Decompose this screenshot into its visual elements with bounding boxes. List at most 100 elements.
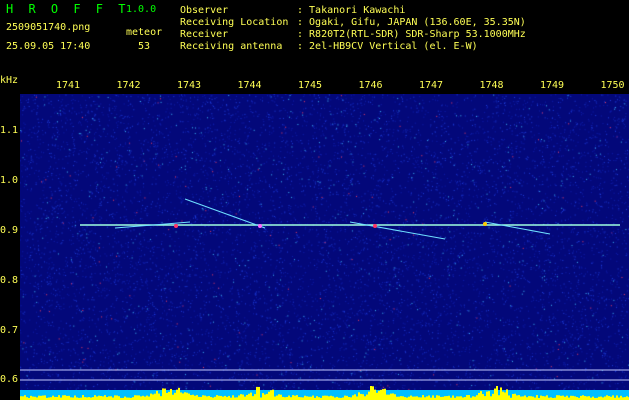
axis-unit-label: kHz [0, 75, 19, 86]
power-bar [208, 395, 210, 400]
power-bar [74, 395, 76, 400]
power-bar [228, 395, 230, 400]
power-bar [400, 396, 402, 400]
power-bar [444, 396, 446, 400]
spectrogram-overlay [20, 198, 629, 400]
power-bar [370, 386, 372, 400]
power-bar [152, 394, 154, 400]
power-bar [40, 395, 42, 400]
power-bar [196, 395, 198, 400]
power-bar [148, 396, 150, 400]
echo-peak [174, 224, 178, 228]
power-bar [498, 395, 500, 400]
power-bar [140, 396, 142, 400]
power-bar [170, 388, 172, 400]
power-bar [536, 395, 538, 400]
power-bar [270, 390, 272, 400]
power-bar [98, 395, 100, 400]
power-bar [172, 394, 174, 400]
power-bar [496, 386, 498, 400]
file-datetime: 25.09.05 17:40 [6, 41, 91, 52]
power-bar [102, 396, 104, 400]
power-bar [600, 396, 602, 400]
power-bar [504, 392, 506, 400]
y-tick-label: 1.0 [0, 175, 19, 186]
power-bar [608, 396, 610, 400]
power-bar [388, 394, 390, 400]
power-bar [206, 396, 208, 400]
power-bar [392, 393, 394, 400]
power-bar [604, 396, 606, 400]
power-bar [478, 392, 480, 400]
power-bar [194, 395, 196, 400]
power-bar [532, 396, 534, 400]
power-bar [124, 396, 126, 400]
power-bar [114, 395, 116, 400]
x-tick-label: 1745 [297, 80, 323, 91]
power-bar [94, 395, 96, 400]
power-bar [362, 394, 364, 400]
power-bar [160, 396, 162, 400]
power-bar [272, 389, 274, 400]
echo-peak [258, 224, 262, 228]
power-bar [380, 389, 382, 400]
antenna-value: : 2el-HB9CV Vertical (el. E-W) [297, 41, 478, 52]
spectrogram[interactable] [20, 94, 629, 400]
power-bar [204, 395, 206, 400]
power-bar [58, 395, 60, 400]
power-bar [572, 395, 574, 400]
power-bar [402, 396, 404, 400]
power-bar [544, 396, 546, 400]
power-bar [324, 395, 326, 400]
power-bar [42, 395, 44, 400]
power-bar [332, 396, 334, 400]
power-bar [514, 393, 516, 400]
power-bar [562, 395, 564, 400]
power-bar [542, 396, 544, 400]
power-bar [216, 395, 218, 400]
power-bar [494, 388, 496, 400]
power-bar [452, 395, 454, 400]
power-bar [558, 395, 560, 400]
power-bar [312, 395, 314, 400]
receiver-label: Receiver [180, 29, 229, 40]
power-bar [570, 395, 572, 400]
power-bar [64, 395, 66, 400]
power-bar [256, 386, 258, 400]
y-tick-label: 0.9 [0, 225, 19, 236]
power-bar [240, 394, 242, 400]
x-tick-label: 1742 [116, 80, 141, 91]
power-bar [474, 396, 476, 400]
power-bar [492, 393, 494, 400]
echo-peak [373, 224, 377, 228]
x-tick-label: 1750 [600, 80, 625, 91]
power-bar [264, 394, 266, 400]
power-bar [448, 395, 450, 400]
power-bar [192, 394, 194, 400]
power-bar [280, 394, 282, 400]
power-bar [176, 389, 178, 400]
meteor-count: 53 [138, 41, 151, 52]
power-bar [502, 391, 504, 400]
power-bar [292, 395, 294, 400]
power-bar [354, 394, 356, 400]
power-bar [458, 396, 460, 400]
power-bar [138, 395, 140, 400]
power-bar [154, 393, 156, 400]
power-bar [288, 395, 290, 400]
x-tick-label: 1746 [358, 80, 383, 91]
power-bar [222, 396, 224, 400]
power-bar [82, 395, 84, 400]
power-bar [66, 395, 68, 400]
power-bar [432, 395, 434, 400]
app-version: 1.0.0 [126, 4, 157, 15]
power-bar [158, 393, 160, 400]
power-bar [620, 395, 622, 400]
power-bar [484, 396, 486, 400]
power-bar [144, 396, 146, 400]
power-bar [456, 396, 458, 400]
y-tick-label: 0.7 [0, 325, 19, 336]
power-bar [352, 395, 354, 400]
y-tick-label: 0.6 [0, 374, 19, 385]
power-bar [346, 395, 348, 400]
